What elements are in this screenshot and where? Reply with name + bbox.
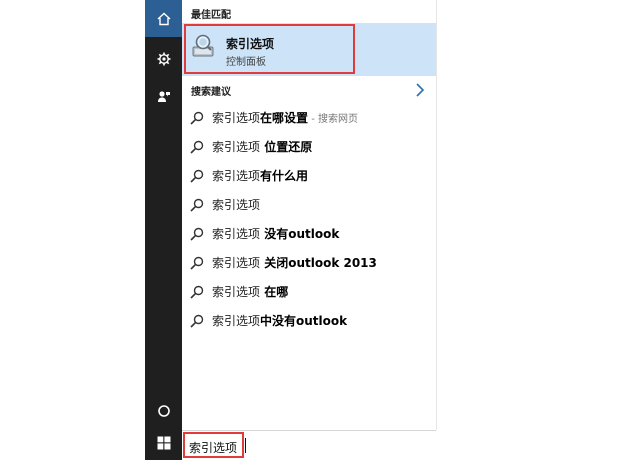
suggestion-item[interactable]: 索引选项 关闭outlook 2013 xyxy=(182,248,436,277)
suggestion-text: 索引选项中没有outlook xyxy=(212,312,347,329)
suggestion-text: 索引选项 没有outlook xyxy=(212,225,339,242)
suggestion-item[interactable]: 索引选项有什么用 xyxy=(182,161,436,190)
suggestion-prefix: 索引选项 xyxy=(212,111,261,125)
suggestion-bold: 位置还原 xyxy=(260,140,313,154)
search-icon xyxy=(190,169,204,183)
feedback-icon xyxy=(157,90,170,102)
search-icon xyxy=(190,140,204,154)
best-match-label: 最佳匹配 xyxy=(191,10,231,21)
suggestion-text: 索引选项在哪设置 - 搜索网页 xyxy=(212,109,358,126)
search-icon xyxy=(190,198,204,212)
suggestion-text: 索引选项 位置还原 xyxy=(212,138,312,155)
search-icon xyxy=(190,285,204,299)
suggestion-prefix: 索引选项 xyxy=(212,169,261,183)
suggestion-bold: 关闭outlook 2013 xyxy=(260,256,377,270)
suggestion-hint: - 搜索网页 xyxy=(308,114,358,125)
search-icon xyxy=(190,111,204,125)
search-results-panel: 最佳匹配 索引选项 控制面板 搜索建议 索引选项在哪设置 - 搜索网页 索引选项… xyxy=(182,0,437,430)
suggestion-prefix: 索引选项 xyxy=(212,227,261,241)
circle-icon xyxy=(157,404,170,417)
feedback-button[interactable] xyxy=(145,78,182,115)
search-icon xyxy=(190,256,204,270)
suggestion-item[interactable]: 索引选项 xyxy=(182,190,436,219)
suggestions-label: 搜索建议 xyxy=(191,87,231,98)
suggestion-item[interactable]: 索引选项中没有outlook xyxy=(182,306,436,335)
best-match-row[interactable]: 索引选项 控制面板 xyxy=(182,23,436,76)
best-match-title: 索引选项 xyxy=(226,37,275,51)
search-bar[interactable]: 索引选项 xyxy=(182,430,436,461)
home-icon xyxy=(157,12,170,25)
suggestion-prefix: 索引选项 xyxy=(212,140,261,154)
suggestion-text: 索引选项有什么用 xyxy=(212,167,308,184)
suggestion-bold: 没有outlook xyxy=(260,227,340,241)
suggestion-item[interactable]: 索引选项 在哪 xyxy=(182,277,436,306)
chevron-right-icon[interactable] xyxy=(412,82,428,98)
start-button[interactable] xyxy=(145,424,182,461)
search-icon xyxy=(190,314,204,328)
suggestion-item[interactable]: 索引选项 位置还原 xyxy=(182,132,436,161)
text-caret xyxy=(245,438,246,453)
indexing-options-icon xyxy=(189,32,217,64)
suggestion-item[interactable]: 索引选项在哪设置 - 搜索网页 xyxy=(182,103,436,132)
best-match-subtitle: 控制面板 xyxy=(226,57,266,68)
suggestion-prefix: 索引选项 xyxy=(212,256,261,270)
search-icon xyxy=(190,227,204,241)
gear-icon xyxy=(157,52,170,65)
suggestion-bold: 中没有outlook xyxy=(260,314,348,328)
windows-icon xyxy=(157,436,170,449)
home-button[interactable] xyxy=(145,0,182,37)
suggestion-text: 索引选项 在哪 xyxy=(212,283,288,300)
suggestion-prefix: 索引选项 xyxy=(212,198,261,212)
search-input[interactable]: 索引选项 xyxy=(189,439,237,456)
suggestion-text: 索引选项 xyxy=(212,196,260,213)
suggestion-prefix: 索引选项 xyxy=(212,285,261,299)
suggestion-bold: 在哪 xyxy=(260,285,289,299)
suggestion-bold: 在哪设置 xyxy=(260,111,309,125)
suggestion-bold: 有什么用 xyxy=(260,169,309,183)
start-sidebar xyxy=(145,0,182,460)
suggestion-prefix: 索引选项 xyxy=(212,314,261,328)
suggestion-text: 索引选项 关闭outlook 2013 xyxy=(212,254,377,271)
settings-button[interactable] xyxy=(145,40,182,77)
suggestion-item[interactable]: 索引选项 没有outlook xyxy=(182,219,436,248)
